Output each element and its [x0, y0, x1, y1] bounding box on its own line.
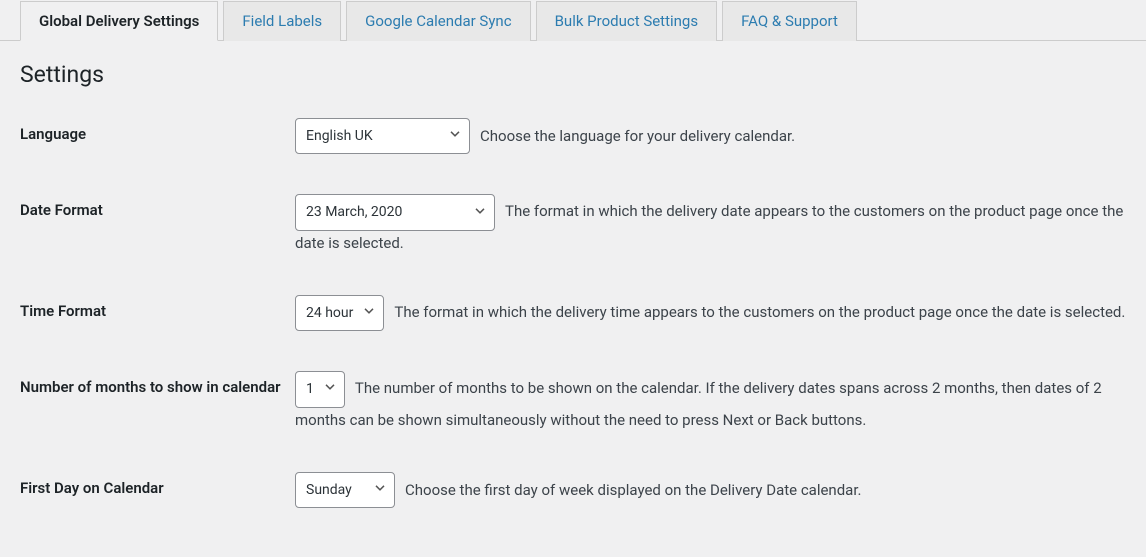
select-months-value: 1 [306, 378, 314, 400]
label-months: Number of months to show in calendar [20, 371, 295, 398]
row-months: Number of months to show in calendar 1 T… [20, 371, 1126, 431]
desc-language: Choose the language for your delivery ca… [480, 124, 1126, 148]
field-time-format: 24 hour The format in which the delivery… [295, 295, 1126, 331]
row-first-day: First Day on Calendar Sunday Choose the … [20, 472, 1126, 508]
chevron-down-icon [474, 201, 486, 223]
chevron-down-icon [324, 378, 336, 400]
row-time-format: Time Format 24 hour The format in which … [20, 295, 1126, 331]
tab-google-calendar-sync[interactable]: Google Calendar Sync [346, 1, 530, 41]
tab-faq-support[interactable]: FAQ & Support [722, 1, 857, 41]
select-language[interactable]: English UK [295, 118, 470, 154]
select-first-day-value: Sunday [306, 479, 352, 501]
label-time-format: Time Format [20, 295, 295, 322]
select-date-format-value: 23 March, 2020 [306, 201, 402, 223]
desc-first-day: Choose the first day of week displayed o… [405, 478, 1126, 502]
select-date-format[interactable]: 23 March, 2020 [295, 194, 495, 230]
chevron-down-icon [363, 302, 375, 324]
page-title: Settings [20, 61, 1126, 88]
settings-form: Language English UK Choose the language … [20, 118, 1126, 508]
tab-global-delivery-settings[interactable]: Global Delivery Settings [20, 1, 218, 41]
select-time-format-value: 24 hour [306, 302, 353, 324]
label-language: Language [20, 118, 295, 145]
chevron-down-icon [374, 479, 386, 501]
desc-months: The number of months to be shown on the … [295, 379, 1102, 428]
field-date-format: 23 March, 2020 The format in which the d… [295, 194, 1126, 254]
field-first-day: Sunday Choose the first day of week disp… [295, 472, 1126, 508]
label-first-day: First Day on Calendar [20, 472, 295, 499]
select-first-day[interactable]: Sunday [295, 472, 395, 508]
tab-field-labels[interactable]: Field Labels [223, 1, 341, 41]
desc-time-format: The format in which the delivery time ap… [394, 303, 1125, 321]
field-language: English UK Choose the language for your … [295, 118, 1126, 154]
row-date-format: Date Format 23 March, 2020 The format in… [20, 194, 1126, 254]
field-months: 1 The number of months to be shown on th… [295, 371, 1126, 431]
chevron-down-icon [449, 125, 461, 147]
row-language: Language English UK Choose the language … [20, 118, 1126, 154]
select-months[interactable]: 1 [295, 371, 345, 407]
label-date-format: Date Format [20, 194, 295, 221]
select-language-value: English UK [306, 125, 373, 147]
tab-bulk-product-settings[interactable]: Bulk Product Settings [536, 1, 718, 41]
settings-content: Settings Language English UK Choose the … [0, 41, 1146, 508]
tabs-nav: Global Delivery Settings Field Labels Go… [0, 0, 1146, 41]
select-time-format[interactable]: 24 hour [295, 295, 384, 331]
